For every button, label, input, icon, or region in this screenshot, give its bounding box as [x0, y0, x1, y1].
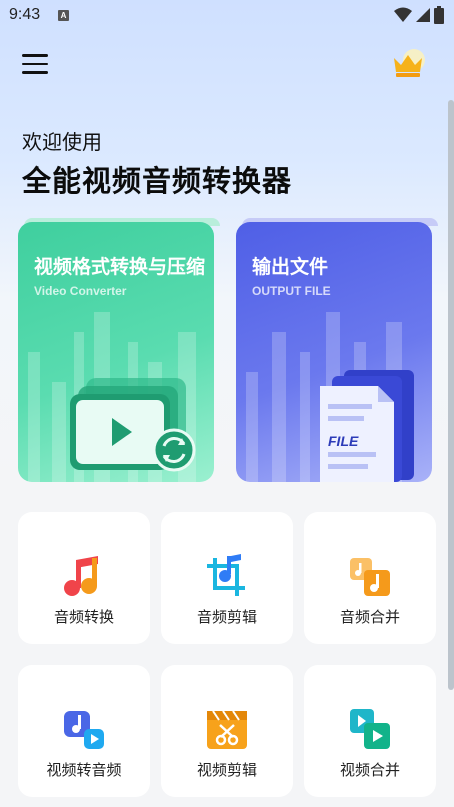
battery-icon [434, 6, 444, 24]
page-title: 全能视频音频转换器 [22, 164, 293, 198]
card-title: 输出文件 [252, 256, 329, 278]
audio-merge-icon [350, 558, 390, 596]
notification-badge: A [58, 10, 69, 21]
menu-icon-line [22, 71, 48, 74]
tool-video-merge[interactable]: 视频合并 [304, 665, 436, 797]
output-file-card[interactable]: 输出文件 OUTPUT FILE FILE [236, 222, 432, 482]
tool-audio-merge[interactable]: 音频合并 [304, 512, 436, 644]
tool-label: 视频剪辑 [196, 761, 257, 779]
system-icons [394, 6, 444, 24]
wifi-icon [394, 7, 412, 22]
card-subtitle: OUTPUT FILE [252, 284, 331, 298]
menu-icon-line [22, 54, 48, 57]
tool-label: 视频转音频 [46, 761, 122, 779]
tool-audio-convert[interactable]: 音频转换 [18, 512, 150, 644]
scrollbar[interactable] [448, 100, 454, 690]
welcome-text: 欢迎使用 [22, 130, 102, 154]
card-title: 视频格式转换与压缩 [34, 256, 206, 278]
file-document-icon: FILE [320, 370, 414, 482]
tool-label: 音频转换 [53, 608, 114, 626]
video-play-icon [70, 378, 196, 472]
file-label: FILE [328, 433, 359, 449]
audio-crop-icon [207, 554, 245, 596]
video-converter-card[interactable]: 视频格式转换与压缩 Video Converter [18, 222, 214, 482]
video-clip-icon [207, 710, 247, 749]
tool-video-to-audio[interactable]: 视频转音频 [18, 665, 150, 797]
tool-video-clip[interactable]: 视频剪辑 [161, 665, 293, 797]
card-subtitle: Video Converter [34, 284, 127, 298]
tool-label: 音频合并 [339, 608, 400, 626]
video-merge-icon [350, 709, 390, 749]
status-time: 9:43 [9, 6, 41, 23]
tool-label: 音频剪辑 [196, 608, 257, 626]
tool-label: 视频合并 [339, 761, 400, 779]
crown-icon[interactable] [390, 48, 426, 80]
tool-audio-crop[interactable]: 音频剪辑 [161, 512, 293, 644]
menu-icon-line [22, 62, 48, 65]
video-to-audio-icon [64, 711, 104, 749]
status-bar: 9:43 A [0, 0, 454, 30]
menu-button[interactable] [22, 54, 48, 76]
music-note-icon [64, 556, 98, 596]
signal-icon [416, 8, 430, 22]
